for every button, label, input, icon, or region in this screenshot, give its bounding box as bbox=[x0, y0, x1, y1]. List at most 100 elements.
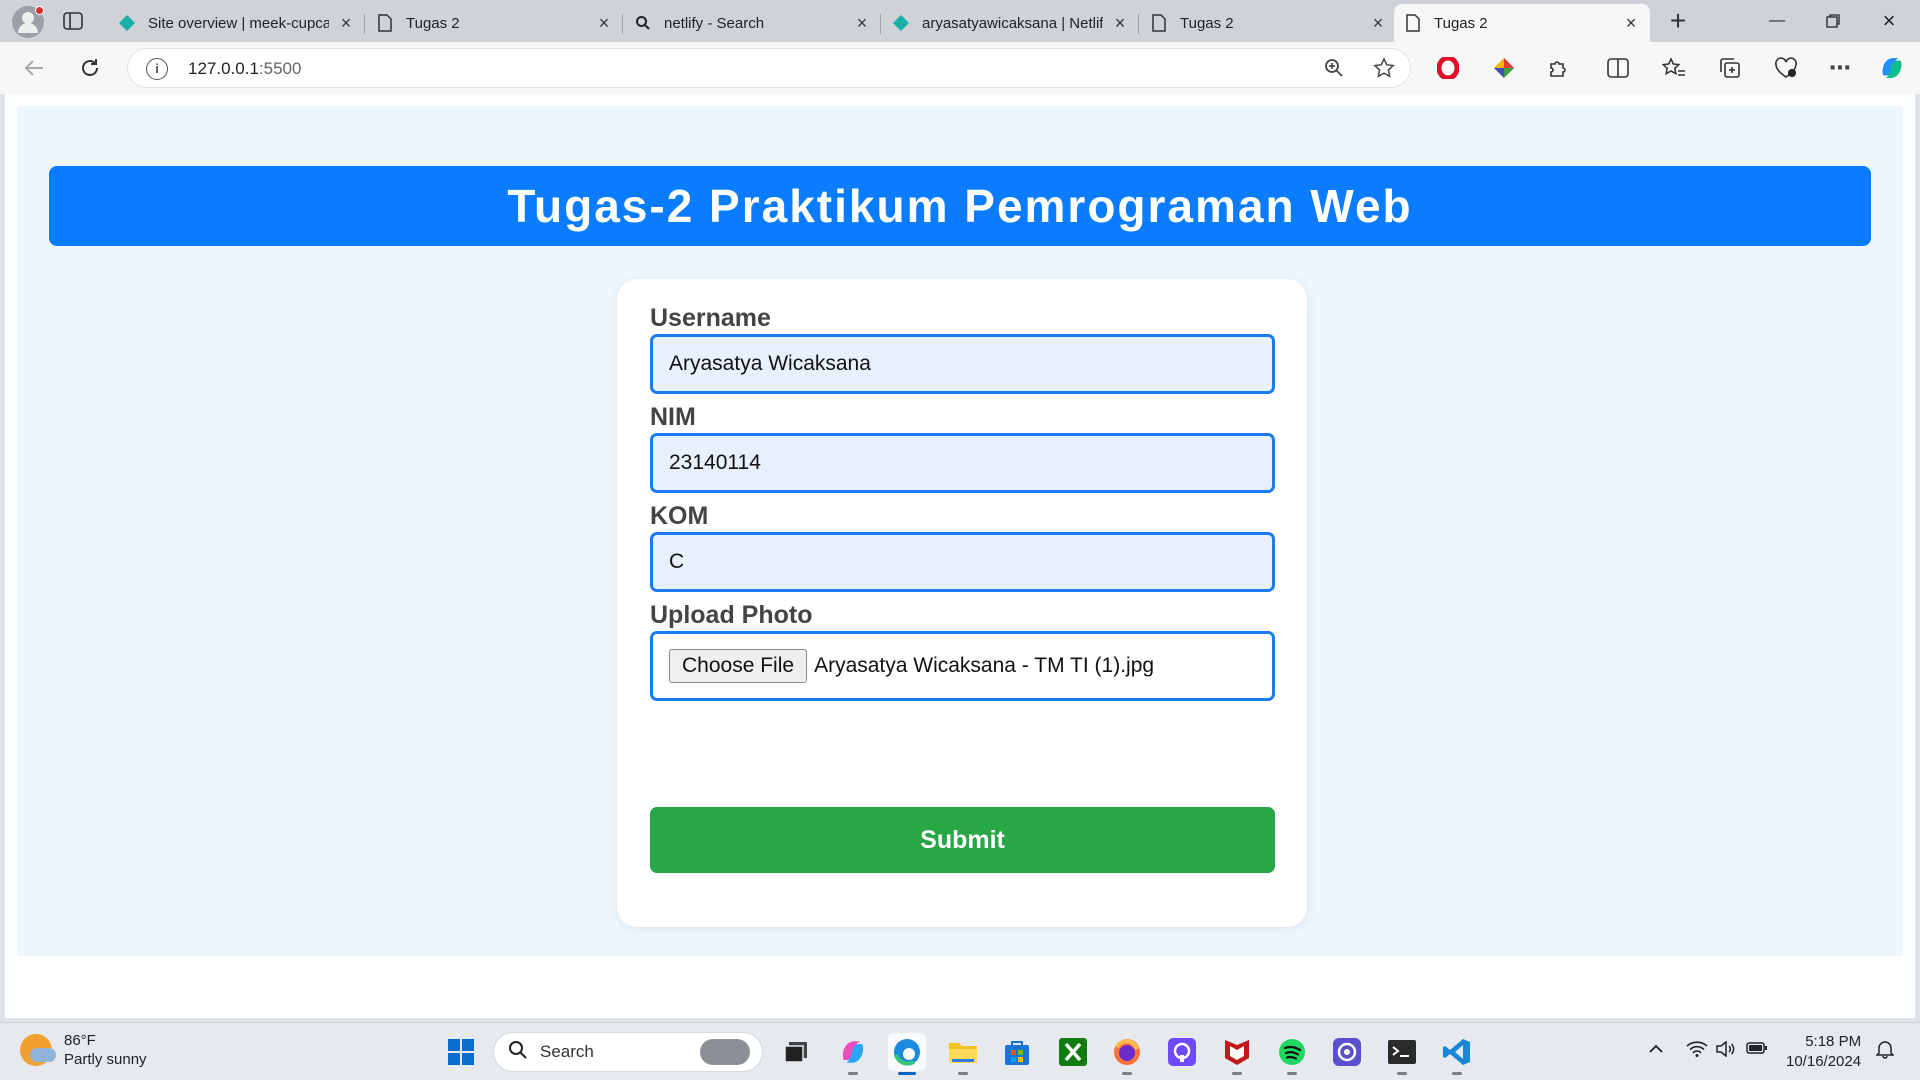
page-icon bbox=[376, 14, 394, 32]
tab-site-overview[interactable]: Site overview | meek-cupcake × bbox=[108, 4, 365, 42]
volume-icon[interactable] bbox=[1716, 1040, 1736, 1062]
kom-value: C bbox=[669, 550, 685, 573]
close-tab-icon[interactable]: × bbox=[853, 13, 871, 33]
tab-title: Tugas 2 bbox=[406, 14, 460, 32]
partly-sunny-icon bbox=[20, 1034, 56, 1066]
username-input[interactable]: Aryasatya Wicaksana bbox=[650, 334, 1275, 394]
netlify-icon bbox=[118, 14, 136, 32]
tab-strip: Site overview | meek-cupcake × Tugas 2 ×… bbox=[0, 0, 1920, 42]
nim-input[interactable]: 23140114 bbox=[650, 433, 1275, 493]
mcafee-app[interactable] bbox=[1218, 1033, 1256, 1075]
site-info-icon[interactable]: i bbox=[146, 58, 168, 80]
tab-title: Tugas 2 bbox=[1180, 14, 1234, 32]
proton-vpn-app[interactable] bbox=[1328, 1033, 1366, 1071]
weather-desc: Partly sunny bbox=[64, 1051, 147, 1068]
copilot-icon[interactable] bbox=[1878, 54, 1906, 82]
form-card: Username Aryasatya Wicaksana NIM 2314011… bbox=[617, 279, 1307, 927]
weather-temp: 86°F bbox=[64, 1032, 96, 1049]
xbox-app[interactable] bbox=[1054, 1033, 1092, 1071]
nim-label: NIM bbox=[650, 403, 696, 431]
submit-label: Submit bbox=[920, 825, 1005, 854]
tab-tugas2-a[interactable]: Tugas 2 × bbox=[366, 4, 623, 42]
favorites-icon[interactable] bbox=[1660, 54, 1688, 82]
username-label: Username bbox=[650, 304, 771, 332]
extensions-puzzle-icon[interactable] bbox=[1544, 54, 1572, 82]
proton-pass-app[interactable] bbox=[1163, 1033, 1201, 1071]
collections-icon[interactable] bbox=[1716, 54, 1744, 82]
tab-tugas2-b[interactable]: Tugas 2 × bbox=[1140, 4, 1397, 42]
battery-icon[interactable] bbox=[1746, 1041, 1768, 1060]
selected-file-name: Aryasatya Wicaksana - TM TI (1).jpg bbox=[814, 654, 1155, 677]
close-tab-icon[interactable]: × bbox=[1111, 13, 1129, 33]
kom-input[interactable]: C bbox=[650, 532, 1275, 592]
search-icon bbox=[508, 1040, 528, 1065]
tab-netlify-site[interactable]: aryasatyawicaksana | Netlify × bbox=[882, 4, 1139, 42]
show-hidden-icons-chevron-icon[interactable] bbox=[1648, 1041, 1664, 1059]
search-placeholder: Search bbox=[540, 1042, 594, 1061]
notification-dot bbox=[35, 6, 44, 15]
close-tab-icon[interactable]: × bbox=[337, 13, 355, 33]
taskbar: 86°F Partly sunny Search 5:18 PM 10/16/2… bbox=[0, 1022, 1920, 1080]
choose-file-button[interactable]: Choose File bbox=[669, 649, 808, 683]
firefox-app[interactable] bbox=[1108, 1033, 1146, 1075]
minimize-button[interactable]: — bbox=[1754, 4, 1800, 38]
close-window-button[interactable]: × bbox=[1866, 4, 1912, 38]
edge-app[interactable] bbox=[888, 1033, 926, 1075]
weather-widget[interactable]: 86°F Partly sunny bbox=[20, 1031, 147, 1069]
nim-value: 23140114 bbox=[669, 451, 761, 474]
vscode-app[interactable] bbox=[1438, 1033, 1476, 1075]
tab-title: Tugas 2 bbox=[1434, 14, 1488, 32]
split-screen-icon[interactable] bbox=[1604, 54, 1632, 82]
tab-tugas2-active[interactable]: Tugas 2 × bbox=[1394, 4, 1650, 42]
wifi-icon[interactable] bbox=[1686, 1041, 1708, 1062]
microsoft-store-app[interactable] bbox=[998, 1033, 1036, 1071]
url-text: 127.0.0.1:5500 bbox=[188, 59, 301, 79]
file-explorer-app[interactable] bbox=[944, 1033, 982, 1075]
browser-toolbar: i 127.0.0.1:5500 ⋯ bbox=[0, 42, 1920, 94]
page-icon bbox=[1150, 14, 1168, 32]
page-icon bbox=[1404, 14, 1422, 32]
opera-extension-icon[interactable] bbox=[1434, 54, 1462, 82]
tab-title: netlify - Search bbox=[664, 14, 765, 32]
start-button[interactable] bbox=[442, 1033, 480, 1071]
close-tab-icon[interactable]: × bbox=[1622, 13, 1640, 33]
copilot-app[interactable] bbox=[834, 1033, 872, 1075]
more-menu-icon[interactable]: ⋯ bbox=[1826, 54, 1854, 82]
spotify-app[interactable] bbox=[1273, 1033, 1311, 1075]
tab-title: Site overview | meek-cupcake bbox=[148, 14, 329, 32]
color-extension-icon[interactable] bbox=[1490, 54, 1518, 82]
page-title: Tugas-2 Praktikum Pemrograman Web bbox=[507, 180, 1413, 232]
restore-button[interactable] bbox=[1810, 4, 1856, 38]
clock[interactable]: 5:18 PM 10/16/2024 bbox=[1786, 1032, 1861, 1072]
tab-netlify-search[interactable]: netlify - Search × bbox=[624, 4, 881, 42]
clock-time: 5:18 PM bbox=[1805, 1033, 1862, 1050]
back-icon[interactable] bbox=[20, 54, 48, 82]
netlify-icon bbox=[892, 14, 910, 32]
username-value: Aryasatya Wicaksana bbox=[669, 352, 871, 375]
url-host: 127.0.0.1 bbox=[188, 59, 259, 78]
new-tab-button[interactable]: + bbox=[1664, 7, 1692, 36]
address-bar[interactable]: i 127.0.0.1:5500 bbox=[127, 48, 1411, 88]
clock-date: 10/16/2024 bbox=[1786, 1053, 1862, 1070]
close-tab-icon[interactable]: × bbox=[1369, 13, 1387, 33]
zoom-icon[interactable] bbox=[1320, 54, 1348, 82]
submit-button[interactable]: Submit bbox=[650, 807, 1275, 873]
profile-avatar[interactable] bbox=[12, 6, 44, 38]
notification-bell-icon[interactable] bbox=[1875, 1039, 1895, 1064]
tab-actions-icon[interactable] bbox=[62, 11, 84, 31]
windows-icon bbox=[448, 1039, 474, 1065]
page-viewport: Tugas-2 Praktikum Pemrograman Web Userna… bbox=[5, 94, 1915, 1018]
page-title-banner: Tugas-2 Praktikum Pemrograman Web bbox=[49, 166, 1871, 246]
terminal-app[interactable] bbox=[1383, 1033, 1421, 1075]
reload-icon[interactable] bbox=[76, 54, 104, 82]
browser-essentials-icon[interactable] bbox=[1772, 54, 1800, 82]
task-view-button[interactable] bbox=[777, 1033, 815, 1071]
search-highlight-image bbox=[700, 1039, 750, 1065]
upload-photo-label: Upload Photo bbox=[650, 601, 813, 629]
url-port: :5500 bbox=[258, 59, 302, 78]
favorite-star-icon[interactable] bbox=[1370, 54, 1398, 82]
close-tab-icon[interactable]: × bbox=[595, 13, 613, 33]
photo-file-input[interactable]: Choose File Aryasatya Wicaksana - TM TI … bbox=[650, 631, 1275, 701]
kom-label: KOM bbox=[650, 502, 709, 530]
taskbar-search[interactable]: Search bbox=[493, 1032, 763, 1072]
